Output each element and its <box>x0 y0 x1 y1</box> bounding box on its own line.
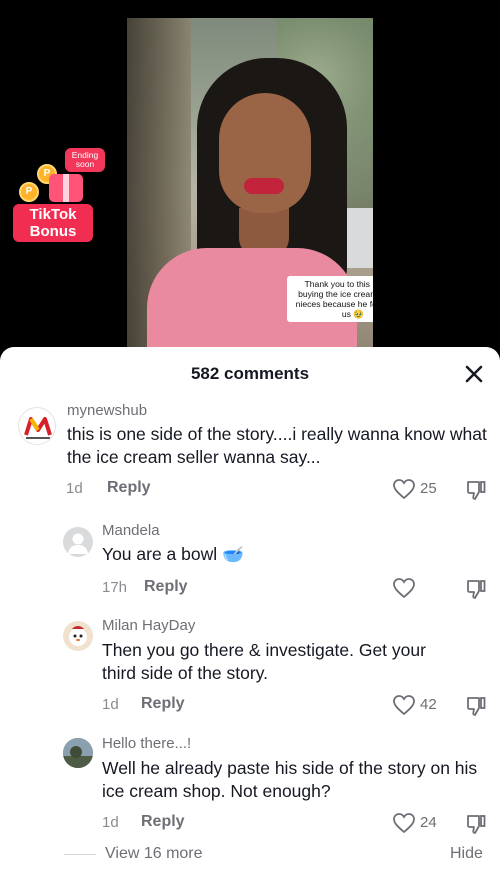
comment-username[interactable]: Mandela <box>102 522 160 539</box>
gift-coins-icon: P P <box>19 164 99 208</box>
heart-icon <box>393 695 415 716</box>
tiktok-bonus-badge[interactable]: Ending soon P P TikTok Bonus <box>13 148 105 242</box>
mynewshub-logo-icon <box>24 417 52 439</box>
video-caption: Thank you to this man for buying the ice… <box>287 276 373 322</box>
photo-avatar-icon <box>63 738 93 768</box>
comment-text: Then you go there & investigate. Get you… <box>102 640 426 683</box>
reply-button[interactable]: Reply <box>141 813 185 831</box>
comment-text: You are a bowl 🥣 <box>102 544 244 564</box>
comments-sheet: 582 comments mynewshub this is one side … <box>0 347 500 889</box>
video-player[interactable]: Thank you to this man for buying the ice… <box>0 0 500 360</box>
comment-time: 1d <box>102 696 119 713</box>
close-button[interactable] <box>460 360 488 388</box>
comment-text: this is one side of the story....i reall… <box>67 424 487 467</box>
avatar[interactable] <box>63 527 93 557</box>
comment-time: 1d <box>66 480 83 497</box>
person-lips <box>244 178 284 194</box>
avatar[interactable] <box>63 738 93 768</box>
person-face <box>219 93 311 213</box>
reply-button[interactable]: Reply <box>141 695 185 713</box>
thumbs-down-icon <box>467 481 486 500</box>
dislike-button[interactable] <box>465 695 487 717</box>
like-button[interactable] <box>392 577 422 599</box>
bonus-label: TikTok Bonus <box>13 204 93 242</box>
reply-button[interactable]: Reply <box>107 479 151 497</box>
heart-icon <box>393 479 415 500</box>
video-frame[interactable]: Thank you to this man for buying the ice… <box>127 18 373 360</box>
heart-icon <box>393 813 415 834</box>
dislike-button[interactable] <box>465 813 487 835</box>
thumbs-down-icon <box>467 580 486 599</box>
close-icon <box>465 365 483 383</box>
comments-count-title: 582 comments <box>190 364 310 383</box>
like-count: 42 <box>420 696 437 713</box>
hide-replies-button[interactable]: Hide <box>450 845 483 863</box>
comment-username[interactable]: mynewshub <box>67 402 147 419</box>
heart-icon <box>393 578 415 599</box>
like-button[interactable]: 24 <box>392 812 452 834</box>
like-count: 24 <box>420 814 437 831</box>
avatar[interactable] <box>63 621 93 651</box>
thumbs-down-icon <box>467 815 486 834</box>
like-count: 25 <box>420 480 437 497</box>
reply-button[interactable]: Reply <box>144 578 188 596</box>
comment-username[interactable]: Milan HayDay <box>102 617 195 634</box>
like-button[interactable]: 25 <box>392 478 452 500</box>
view-more-replies-button[interactable]: View 16 more <box>105 845 203 863</box>
comment-text: Well he already paste his side of the st… <box>102 758 478 801</box>
divider <box>64 854 96 855</box>
comment-time: 1d <box>102 814 119 831</box>
cartoon-avatar-icon <box>69 626 87 646</box>
comment-time: 17h <box>102 579 128 596</box>
default-avatar-icon <box>68 533 88 554</box>
avatar[interactable] <box>18 407 56 445</box>
dislike-button[interactable] <box>465 479 487 501</box>
like-button[interactable]: 42 <box>392 694 452 716</box>
dislike-button[interactable] <box>465 578 487 600</box>
thumbs-down-icon <box>467 697 486 716</box>
comment-username[interactable]: Hello there...! <box>102 735 191 752</box>
